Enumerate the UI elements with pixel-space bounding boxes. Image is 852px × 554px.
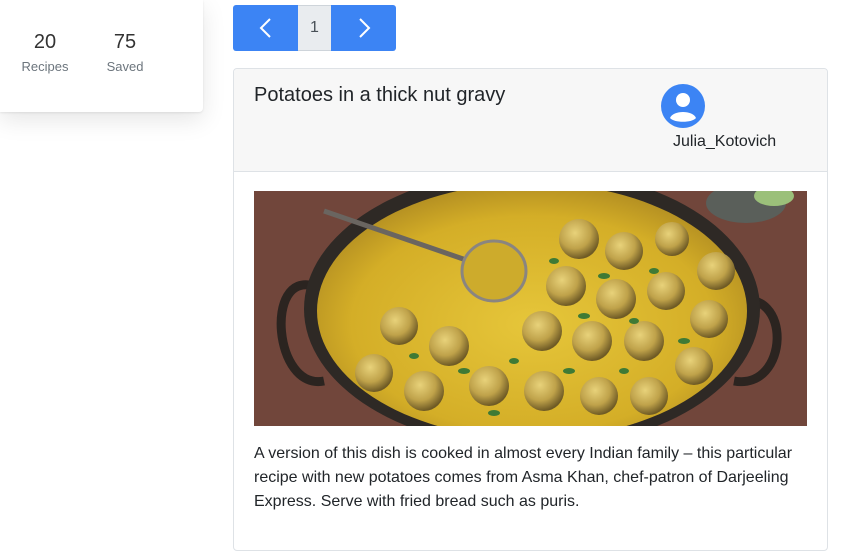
stat-saved[interactable]: 75 Saved <box>85 30 165 75</box>
saved-label: Saved <box>106 59 144 74</box>
recipes-count: 20 <box>33 31 57 53</box>
previous-page-button[interactable] <box>233 5 298 51</box>
stats-card: 20 Recipes 75 Saved <box>0 0 203 112</box>
recipe-card-header: Potatoes in a thick nut gravy Julia_Koto… <box>234 69 827 172</box>
chevron-left-icon <box>259 18 271 38</box>
recipe-card: Potatoes in a thick nut gravy Julia_Koto… <box>233 68 828 551</box>
chevron-right-icon <box>358 18 370 38</box>
next-page-button[interactable] <box>331 5 396 51</box>
recipe-description: A version of this dish is cooked in almo… <box>254 445 793 510</box>
recipe-image[interactable] <box>254 191 807 426</box>
pagination: 1 <box>233 5 396 51</box>
recipes-label: Recipes <box>21 59 69 74</box>
author-name[interactable]: Julia_Kotovich <box>673 132 776 152</box>
stat-recipes[interactable]: 20 Recipes <box>5 30 85 75</box>
dish-photo <box>254 191 807 426</box>
page-number-button[interactable]: 1 <box>298 5 331 51</box>
saved-count: 75 <box>113 31 137 53</box>
recipe-title[interactable]: Potatoes in a thick nut gravy <box>254 83 505 107</box>
account-circle-icon[interactable] <box>660 83 706 129</box>
